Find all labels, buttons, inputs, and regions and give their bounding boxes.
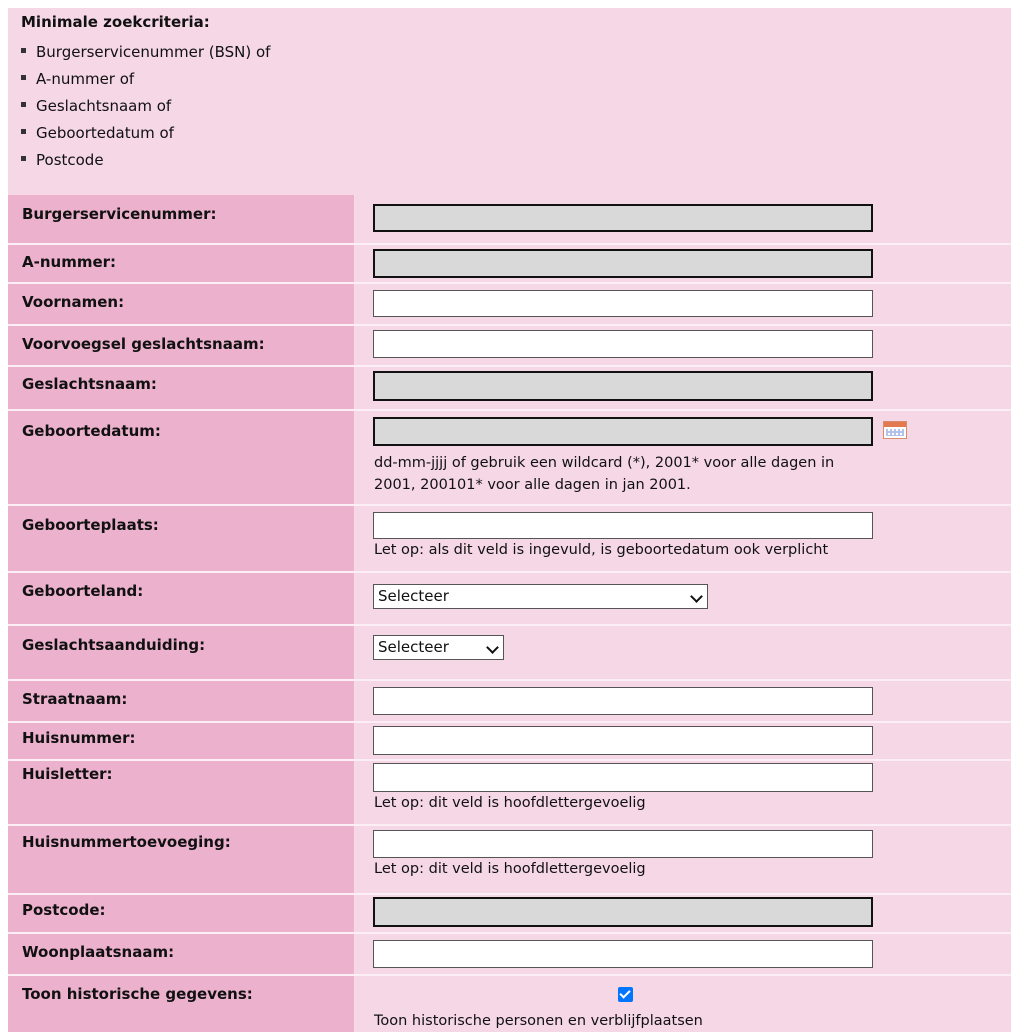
bullet-icon bbox=[21, 75, 26, 80]
row-huisletter: Huisletter: Let op: dit veld is hoofdlet… bbox=[8, 761, 1011, 824]
calendar-icon[interactable] bbox=[883, 421, 907, 439]
geslachtsnaam-label: Geslachtsnaam: bbox=[22, 375, 157, 393]
search-form: Minimale zoekcriteria: Burgerservicenumm… bbox=[8, 8, 1011, 1032]
geboorteland-label: Geboorteland: bbox=[22, 582, 144, 600]
criteria-title: Minimale zoekcriteria: bbox=[21, 13, 210, 31]
voorvoegsel-label: Voorvoegsel geslachtsnaam: bbox=[22, 335, 265, 353]
row-voornamen: Voornamen: bbox=[8, 284, 1011, 324]
huisnummertoevoeging-label: Huisnummertoevoeging: bbox=[22, 833, 231, 851]
row-postcode: Postcode: bbox=[8, 895, 1011, 932]
huisletter-input[interactable] bbox=[373, 763, 873, 792]
geboortedatum-hint-1: dd-mm-jjjj of gebruik een wildcard (*), … bbox=[374, 455, 835, 471]
geslachtsaanduiding-select[interactable]: Selecteer bbox=[373, 635, 504, 660]
geboorteplaats-hint: Let op: als dit veld is ingevuld, is geb… bbox=[374, 542, 829, 558]
bullet-icon bbox=[21, 48, 26, 53]
geboortedatum-hint-2: 2001, 200101* voor alle dagen in jan 200… bbox=[374, 477, 691, 493]
straatnaam-input[interactable] bbox=[373, 687, 873, 715]
huisletter-hint: Let op: dit veld is hoofdlettergevoelig bbox=[374, 795, 646, 811]
criteria-item: A-nummer of bbox=[21, 66, 270, 93]
criteria-item: Postcode bbox=[21, 147, 270, 174]
minimum-criteria-panel: Minimale zoekcriteria: Burgerservicenumm… bbox=[8, 8, 1011, 193]
huisletter-label: Huisletter: bbox=[22, 765, 113, 783]
huisnummertoevoeging-hint: Let op: dit veld is hoofdlettergevoelig bbox=[374, 861, 646, 877]
geboortedatum-label: Geboortedatum: bbox=[22, 422, 161, 440]
row-anummer: A-nummer: bbox=[8, 245, 1011, 282]
row-woonplaatsnaam: Woonplaatsnaam: bbox=[8, 934, 1011, 974]
row-geboorteplaats: Geboorteplaats: Let op: als dit veld is … bbox=[8, 506, 1011, 571]
woonplaatsnaam-input[interactable] bbox=[373, 940, 873, 968]
historisch-hint: Toon historische personen en verblijfpla… bbox=[374, 1013, 703, 1029]
row-straatnaam: Straatnaam: bbox=[8, 681, 1011, 721]
geslachtsnaam-input[interactable] bbox=[373, 371, 873, 401]
criteria-list: Burgerservicenummer (BSN) of A-nummer of… bbox=[21, 39, 270, 174]
huisnummer-input[interactable] bbox=[373, 726, 873, 755]
row-geslachtsnaam: Geslachtsnaam: bbox=[8, 367, 1011, 409]
bullet-icon bbox=[21, 156, 26, 161]
criteria-item: Burgerservicenummer (BSN) of bbox=[21, 39, 270, 66]
row-bsn: Burgerservicenummer: bbox=[8, 195, 1011, 243]
row-geboorteland: Geboorteland: Selecteer bbox=[8, 573, 1011, 624]
row-voorvoegsel: Voorvoegsel geslachtsnaam: bbox=[8, 326, 1011, 365]
bullet-icon bbox=[21, 129, 26, 134]
row-geboortedatum: Geboortedatum: dd-mm-jjjj of gebruik een… bbox=[8, 411, 1011, 504]
historisch-label: Toon historische gegevens: bbox=[22, 985, 253, 1003]
straatnaam-label: Straatnaam: bbox=[22, 690, 128, 708]
bsn-label: Burgerservicenummer: bbox=[22, 205, 217, 223]
geboortedatum-input[interactable] bbox=[373, 417, 873, 446]
row-huisnummertoevoeging: Huisnummertoevoeging: Let op: dit veld i… bbox=[8, 826, 1011, 893]
geslachtsaanduiding-label: Geslachtsaanduiding: bbox=[22, 636, 206, 654]
geboorteplaats-label: Geboorteplaats: bbox=[22, 516, 159, 534]
woonplaatsnaam-label: Woonplaatsnaam: bbox=[22, 943, 175, 961]
voorvoegsel-input[interactable] bbox=[373, 330, 873, 358]
postcode-input[interactable] bbox=[373, 897, 873, 927]
chevron-down-icon bbox=[486, 641, 499, 654]
postcode-label: Postcode: bbox=[22, 901, 106, 919]
row-geslachtsaanduiding: Geslachtsaanduiding: Selecteer bbox=[8, 626, 1011, 679]
row-historisch: Toon historische gegevens: Toon historis… bbox=[8, 976, 1011, 1032]
criteria-item: Geboortedatum of bbox=[21, 120, 270, 147]
chevron-down-icon bbox=[690, 590, 703, 603]
geboorteland-select[interactable]: Selecteer bbox=[373, 584, 708, 609]
row-huisnummer: Huisnummer: bbox=[8, 723, 1011, 759]
geboorteplaats-input[interactable] bbox=[373, 512, 873, 539]
anummer-input[interactable] bbox=[373, 249, 873, 278]
voornamen-input[interactable] bbox=[373, 290, 873, 317]
bsn-input[interactable] bbox=[373, 204, 873, 232]
bullet-icon bbox=[21, 102, 26, 107]
criteria-item: Geslachtsnaam of bbox=[21, 93, 270, 120]
anummer-label: A-nummer: bbox=[22, 253, 117, 271]
huisnummer-label: Huisnummer: bbox=[22, 729, 136, 747]
voornamen-label: Voornamen: bbox=[22, 293, 125, 311]
huisnummertoevoeging-input[interactable] bbox=[373, 830, 873, 858]
historisch-checkbox[interactable] bbox=[618, 987, 633, 1002]
